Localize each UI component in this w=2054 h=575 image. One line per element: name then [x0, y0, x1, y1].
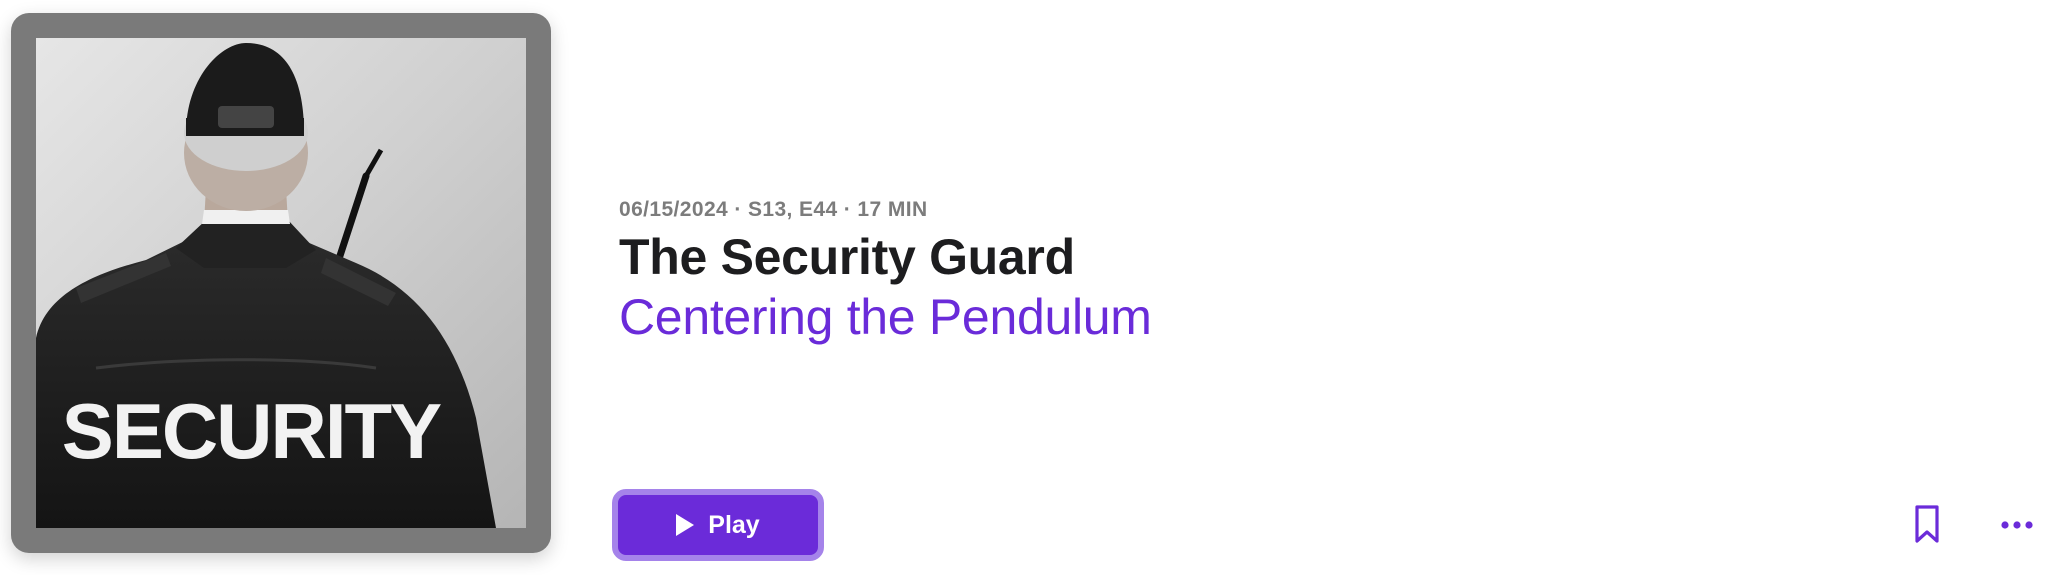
ellipsis-icon	[2001, 521, 2033, 529]
play-button[interactable]: Play	[612, 489, 824, 561]
more-options-button[interactable]	[1997, 508, 2037, 542]
artwork-security-text: SECURITY	[62, 387, 441, 475]
episode-title: The Security Guard	[619, 229, 1075, 285]
play-button-label: Play	[708, 510, 760, 539]
episode-artwork: SECURITY	[11, 13, 551, 553]
bookmark-button[interactable]	[1909, 503, 1945, 545]
artwork-image: SECURITY	[36, 38, 526, 528]
episode-meta: 06/15/2024 · S13, E44 · 17 MIN	[619, 198, 928, 221]
episode-header: SECURITY 06/15/2024 · S13, E44 · 17 MIN …	[0, 0, 2054, 575]
bookmark-icon	[1915, 505, 1939, 543]
show-title-link[interactable]: Centering the Pendulum	[619, 288, 1152, 346]
play-icon	[676, 514, 695, 536]
